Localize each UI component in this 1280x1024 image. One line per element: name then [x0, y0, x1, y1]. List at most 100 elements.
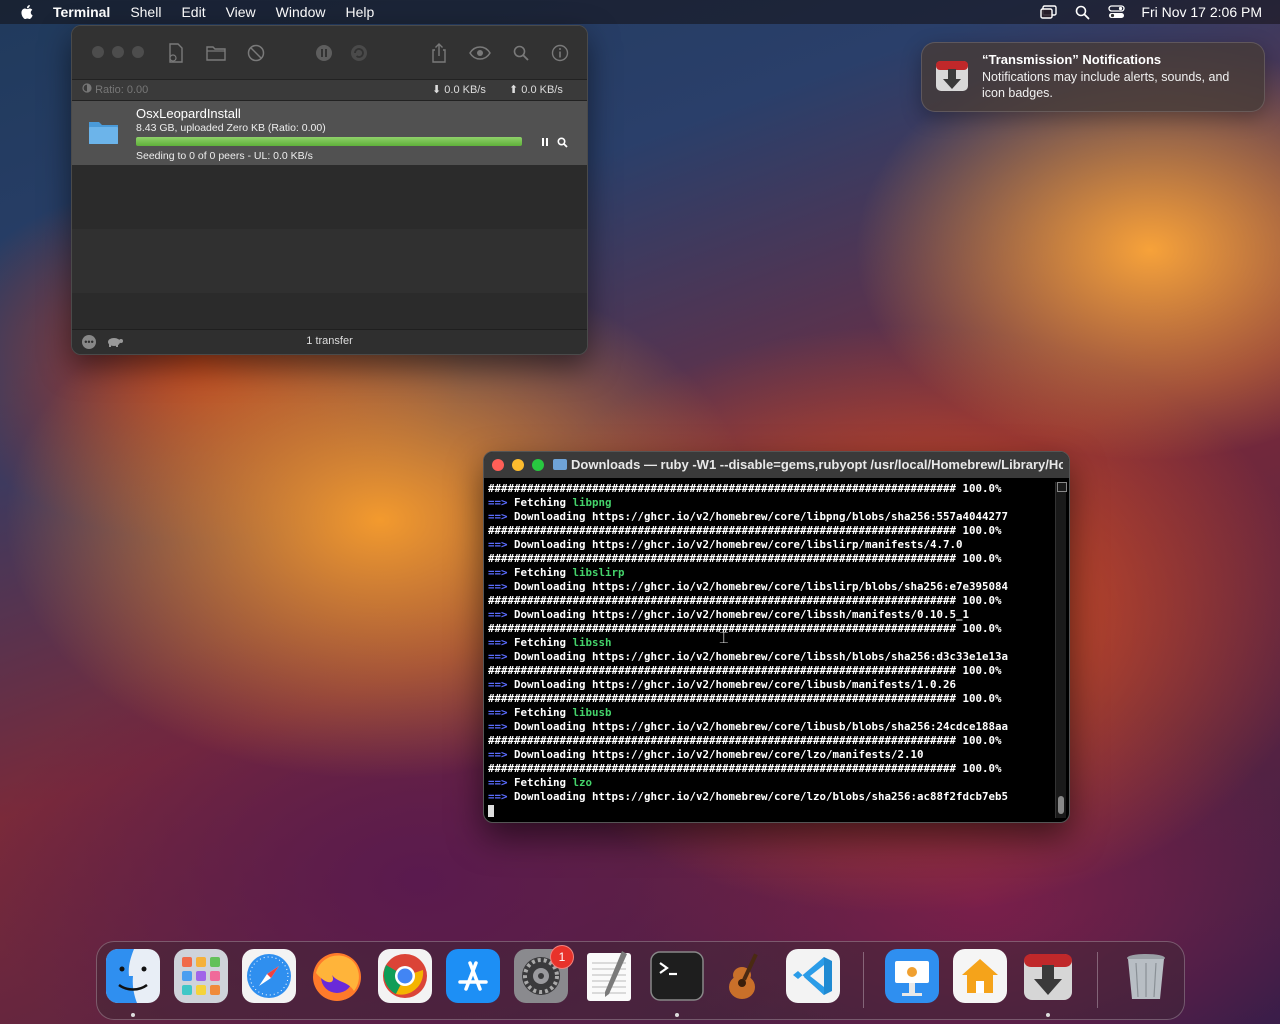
firefox-icon[interactable] [310, 949, 364, 1003]
terminal-line: ########################################… [488, 664, 1048, 678]
keynote-icon[interactable] [885, 949, 939, 1003]
garageband-icon[interactable] [718, 949, 772, 1003]
inspector-info-icon[interactable] [549, 42, 571, 64]
torrent-name: OsxLeopardInstall [136, 106, 241, 121]
upload-rate: ⬆ 0.0 KB/s [509, 83, 563, 96]
terminal-window: Downloads — ruby -W1 --disable=gems,ruby… [483, 451, 1070, 823]
terminal-line: ==> Downloading https://ghcr.io/v2/homeb… [488, 790, 1048, 804]
progress-hash-text: ########################################… [488, 482, 1002, 495]
resume-all-icon[interactable] [348, 42, 370, 64]
chrome-icon[interactable] [378, 949, 432, 1003]
download-rate: ⬇ 0.0 KB/s [432, 83, 486, 96]
prompt-arrow: ==> [488, 776, 508, 789]
running-indicator [1046, 1013, 1050, 1017]
terminal-line: ########################################… [488, 622, 1048, 636]
close-button[interactable] [492, 459, 504, 471]
menu-edit[interactable]: Edit [181, 4, 205, 20]
terminal-line: ==> Fetching libssh [488, 636, 1048, 650]
terminal-line: ==> Downloading https://ghcr.io/v2/homeb… [488, 678, 1048, 692]
minimize-button[interactable] [512, 459, 524, 471]
package-name: libpng [572, 496, 612, 509]
vscode-icon[interactable] [786, 949, 840, 1003]
launchpad-icon[interactable] [174, 949, 228, 1003]
menu-app-name[interactable]: Terminal [53, 4, 110, 20]
terminal-line: ==> Fetching lzo [488, 776, 1048, 790]
finder-icon[interactable] [106, 949, 160, 1003]
transmission-icon[interactable] [1021, 949, 1075, 1003]
torrent-pause-icon[interactable] [538, 135, 552, 149]
zoom-button[interactable] [132, 46, 144, 58]
download-rate-value: 0.0 KB/s [444, 84, 486, 96]
prompt-arrow: ==> [488, 510, 508, 523]
home-icon[interactable] [953, 949, 1007, 1003]
remove-torrent-icon[interactable] [245, 42, 267, 64]
textedit-icon[interactable] [582, 949, 636, 1003]
text-cursor-ibeam-icon: ⌶ [719, 630, 729, 647]
menubar-clock[interactable]: Fri Nov 17 2:06 PM [1141, 4, 1262, 20]
spotlight-search-icon[interactable] [1073, 4, 1091, 20]
menu-help[interactable]: Help [345, 4, 374, 20]
prompt-arrow: ==> [488, 706, 508, 719]
terminal-line: ########################################… [488, 482, 1048, 496]
terminal-line: ==> Downloading https://ghcr.io/v2/homeb… [488, 720, 1048, 734]
torrent-progress-fill [136, 137, 522, 146]
minimize-button[interactable] [112, 46, 124, 58]
terminal-output[interactable]: ########################################… [488, 482, 1048, 818]
trash-icon[interactable] [1119, 949, 1173, 1003]
terminal-scrollbar[interactable] [1055, 482, 1067, 818]
torrent-row[interactable]: OsxLeopardInstall 8.43 GB, uploaded Zero… [72, 101, 587, 165]
control-center-icon[interactable] [1107, 4, 1125, 20]
quick-look-icon[interactable] [469, 42, 491, 64]
notification-banner[interactable]: “Transmission” Notifications Notificatio… [921, 42, 1265, 112]
filter-search-icon[interactable] [510, 42, 532, 64]
create-torrent-icon[interactable] [165, 42, 187, 64]
app-store-icon[interactable] [446, 949, 500, 1003]
download-text: Downloading https://ghcr.io/v2/homebrew/… [507, 608, 970, 621]
terminal-line: ==> Downloading https://ghcr.io/v2/homeb… [488, 608, 1048, 622]
transfer-count: 1 transfer [306, 335, 353, 347]
download-text: Downloading https://ghcr.io/v2/homebrew/… [507, 510, 1009, 523]
terminal-cursor-line [488, 804, 1048, 818]
terminal-icon[interactable] [650, 949, 704, 1003]
zoom-button[interactable] [532, 459, 544, 471]
torrent-reveal-icon[interactable] [555, 135, 569, 149]
progress-hash-text: ########################################… [488, 524, 1002, 537]
apple-menu-icon[interactable] [18, 3, 36, 21]
notification-body: Notifications may include alerts, sounds… [982, 70, 1230, 100]
safari-icon[interactable] [242, 949, 296, 1003]
terminal-titlebar[interactable]: Downloads — ruby -W1 --disable=gems,ruby… [484, 452, 1069, 478]
progress-hash-text: ########################################… [488, 594, 1002, 607]
menu-window[interactable]: Window [276, 4, 326, 20]
scrollbar-thumb[interactable] [1058, 796, 1064, 814]
share-icon[interactable] [428, 42, 450, 64]
torrent-progress-bar [136, 137, 522, 146]
pause-all-icon[interactable] [313, 42, 335, 64]
fetch-command: Fetching [507, 706, 573, 719]
close-button[interactable] [92, 46, 104, 58]
download-text: Downloading https://ghcr.io/v2/homebrew/… [507, 538, 963, 551]
screen-mirroring-icon[interactable] [1039, 4, 1057, 20]
menu-view[interactable]: View [226, 4, 256, 20]
terminal-line: ==> Downloading https://ghcr.io/v2/homeb… [488, 650, 1048, 664]
empty-row [72, 229, 587, 293]
transmission-stats-bar: Ratio: 0.00 ⬇ 0.0 KB/s ⬆ 0.0 KB/s [72, 79, 587, 101]
folder-icon [89, 122, 118, 144]
menu-shell[interactable]: Shell [130, 4, 161, 20]
folder-icon [553, 459, 567, 470]
prompt-arrow: ==> [488, 790, 508, 803]
terminal-title: Downloads — ruby -W1 --disable=gems,ruby… [571, 457, 1063, 472]
open-torrent-icon[interactable] [205, 42, 227, 64]
torrent-status: Seeding to 0 of 0 peers - UL: 0.0 KB/s [136, 150, 313, 162]
dock-separator [863, 952, 864, 1008]
terminal-line: ########################################… [488, 524, 1048, 538]
prompt-arrow: ==> [488, 580, 508, 593]
download-text: Downloading https://ghcr.io/v2/homebrew/… [507, 580, 1009, 593]
prompt-arrow: ==> [488, 636, 508, 649]
download-text: Downloading https://ghcr.io/v2/homebrew/… [507, 678, 957, 691]
fetch-command: Fetching [507, 776, 573, 789]
ratio-icon [82, 83, 92, 93]
transmission-app-icon [936, 61, 968, 91]
global-ratio[interactable]: Ratio: 0.00 [82, 83, 148, 96]
prompt-arrow: ==> [488, 538, 508, 551]
system-settings-icon[interactable]: 1 [514, 945, 574, 1003]
